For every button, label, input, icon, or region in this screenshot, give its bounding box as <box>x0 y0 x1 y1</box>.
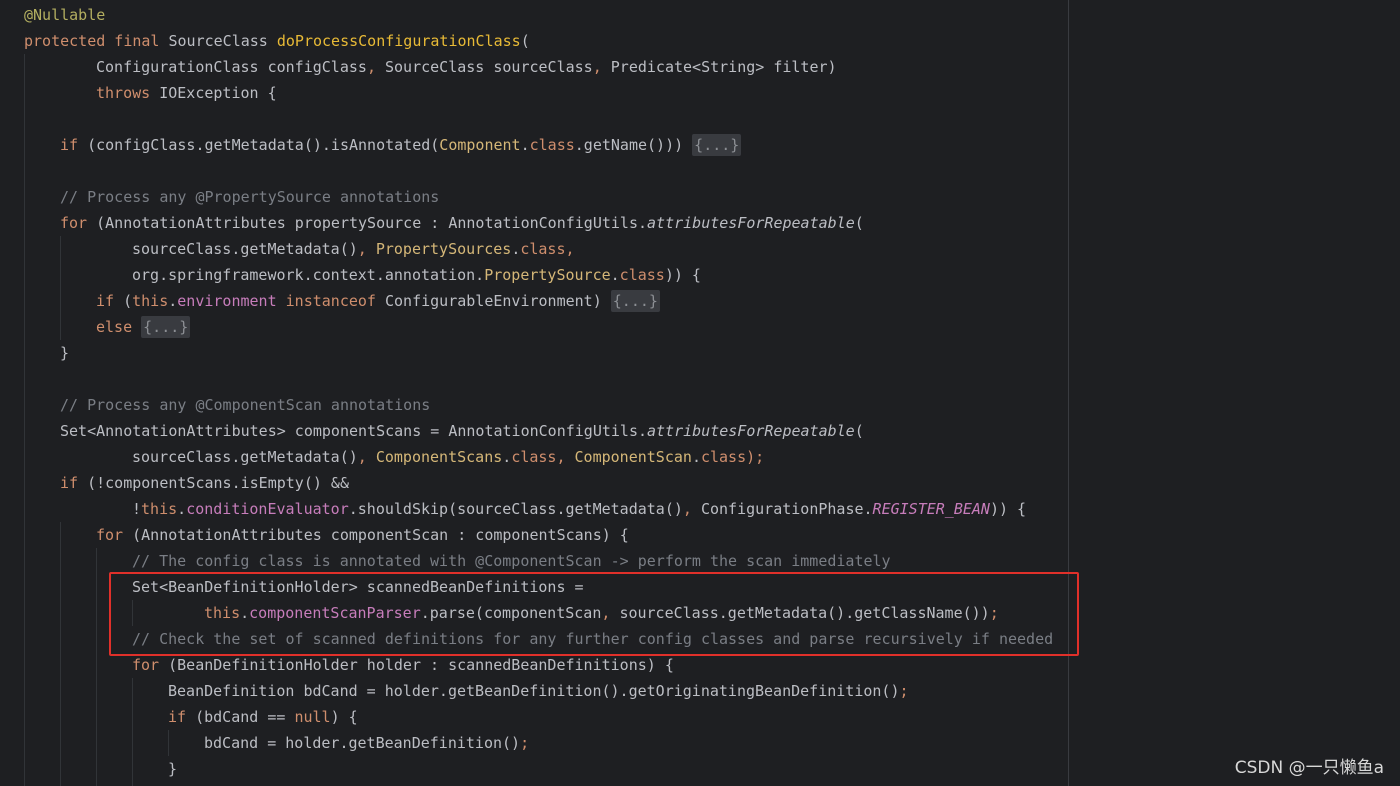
code-line: @Nullable <box>24 2 105 28</box>
code-line: if (bdCand == null) { <box>168 708 358 726</box>
right-margin-guide <box>1068 0 1069 786</box>
code-line: bdCand = holder.getBeanDefinition(); <box>204 734 530 752</box>
code-line: for (AnnotationAttributes componentScan … <box>96 526 629 544</box>
code-line: else {...} <box>96 316 191 338</box>
code-token: } <box>168 760 178 778</box>
code-line: throws IOException { <box>96 84 277 102</box>
folded-region[interactable]: {...} <box>692 134 742 156</box>
code-token: } <box>60 344 70 362</box>
code-line: sourceClass.getMetadata(), ComponentScan… <box>132 448 765 466</box>
code-line: if (configClass.getMetadata().isAnnotate… <box>60 134 742 156</box>
code-line: // The config class is annotated with @C… <box>24 548 891 574</box>
code-line: } <box>24 756 177 782</box>
code-line: if (!componentScans.isEmpty() && <box>60 474 349 492</box>
folded-region[interactable]: {...} <box>610 290 660 312</box>
code-line: // Process any @ComponentScan annotation… <box>24 392 430 418</box>
csdn-watermark: CSDN @一只懒鱼a <box>1234 758 1384 778</box>
code-line: protected final SourceClass doProcessCon… <box>24 32 530 50</box>
code-line: ConfigurationClass configClass, SourceCl… <box>96 58 837 76</box>
code-line: for (AnnotationAttributes propertySource… <box>60 214 864 232</box>
highlight-annotation-box <box>109 572 1079 656</box>
code-line: sourceClass.getMetadata(), PropertySourc… <box>132 240 575 258</box>
code-token: @Nullable <box>24 6 106 24</box>
code-comment: // Process any @PropertySource annotatio… <box>60 188 440 206</box>
code-line: if (this.environment instanceof Configur… <box>96 290 660 312</box>
folded-region[interactable]: {...} <box>141 316 191 338</box>
code-line: !this.conditionEvaluator.shouldSkip(sour… <box>132 500 1027 518</box>
code-line: Set<AnnotationAttributes> componentScans… <box>60 422 864 440</box>
code-comment: // The config class is annotated with @C… <box>132 552 891 570</box>
code-line: BeanDefinition bdCand = holder.getBeanDe… <box>168 682 909 700</box>
code-line: // Process any @PropertySource annotatio… <box>24 184 439 210</box>
code-editor[interactable]: @Nullable protected final SourceClass do… <box>0 0 1400 786</box>
code-comment: // Process any @ComponentScan annotation… <box>60 396 431 414</box>
code-line: org.springframework.context.annotation.P… <box>132 266 701 284</box>
code-line: } <box>24 340 69 366</box>
